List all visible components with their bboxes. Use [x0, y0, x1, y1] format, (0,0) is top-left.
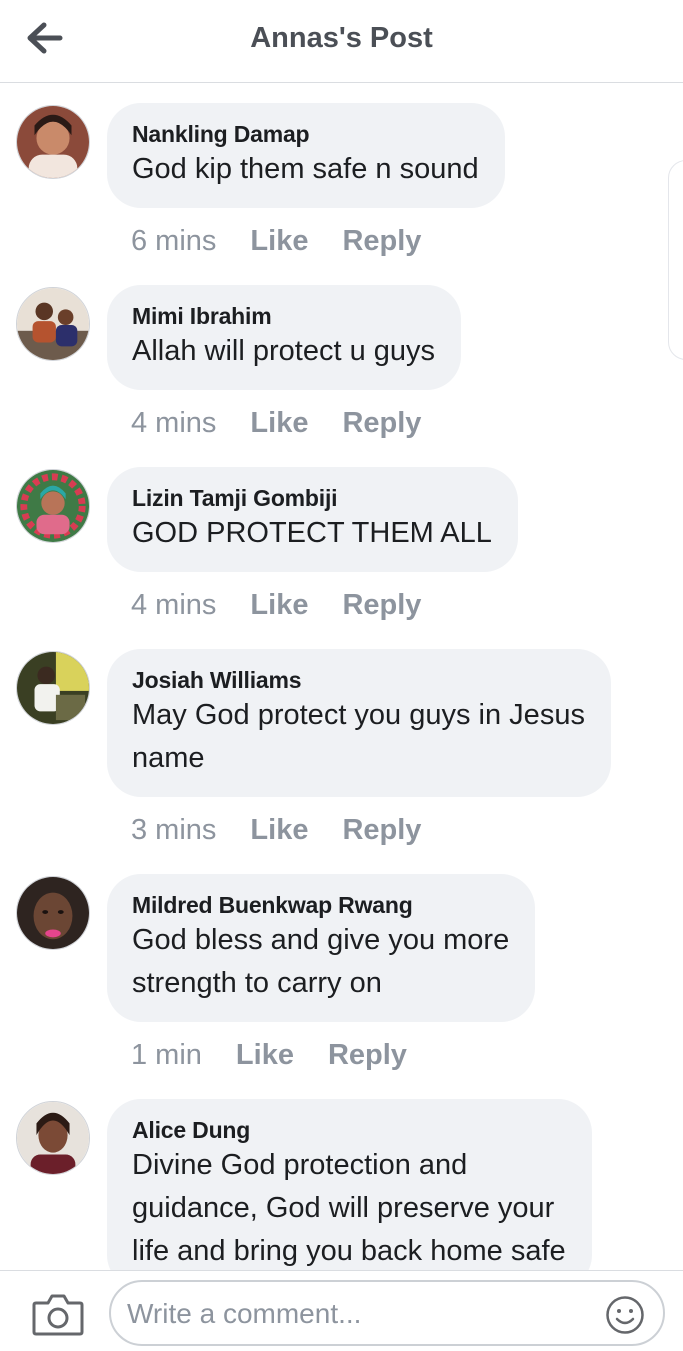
- comment-bubble[interactable]: Josiah Williams May God protect you guys…: [107, 649, 611, 797]
- avatar[interactable]: [16, 105, 90, 179]
- comment-text: guidance, God will preserve your: [132, 1192, 555, 1224]
- like-button[interactable]: Like: [250, 407, 308, 439]
- comment-text: God bless and give you more: [132, 924, 510, 956]
- comment-text: Allah will protect u guys: [132, 335, 436, 367]
- comment-text: name: [132, 742, 205, 774]
- avatar[interactable]: [16, 1101, 90, 1175]
- comment-actions: 3 mins Like Reply: [131, 814, 455, 847]
- comment-time: 4 mins: [131, 589, 217, 621]
- avatar[interactable]: [16, 651, 90, 725]
- comment-author[interactable]: Lizin Tamji Gombiji: [132, 484, 492, 512]
- avatar[interactable]: [16, 469, 90, 543]
- comment-input[interactable]: [125, 1292, 589, 1336]
- emoji-button[interactable]: [605, 1295, 645, 1335]
- like-button[interactable]: Like: [250, 225, 308, 257]
- comment-text: strength to carry on: [132, 967, 382, 999]
- comment-author[interactable]: Mildred Buenkwap Rwang: [132, 891, 509, 919]
- comment-input-container[interactable]: [109, 1280, 665, 1346]
- comment-actions: 1 min Like Reply: [131, 1039, 441, 1072]
- camera-button[interactable]: [31, 1291, 85, 1337]
- comment-text: May God protect you guys in Jesus: [132, 699, 585, 731]
- camera-icon: [32, 1294, 84, 1336]
- reply-button[interactable]: Reply: [342, 589, 421, 621]
- comments-feed[interactable]: Nankling Damap God kip them safe n sound…: [0, 84, 683, 1270]
- comment-text: life and bring you back home safe: [132, 1235, 566, 1267]
- comment-author[interactable]: Nankling Damap: [132, 120, 479, 148]
- like-button[interactable]: Like: [250, 814, 308, 846]
- header-bar: Annas's Post: [0, 0, 683, 83]
- reply-button[interactable]: Reply: [328, 1039, 407, 1071]
- comment-text: Divine God protection and: [132, 1149, 468, 1181]
- comment-composer: [0, 1270, 683, 1351]
- comment-bubble[interactable]: Mildred Buenkwap Rwang God bless and giv…: [107, 874, 536, 1022]
- reply-button[interactable]: Reply: [342, 225, 421, 257]
- comment-time: 3 mins: [131, 814, 217, 846]
- smiley-icon: [606, 1296, 644, 1334]
- comment-time: 1 min: [131, 1039, 202, 1071]
- avatar[interactable]: [16, 876, 90, 950]
- comment-actions: 4 mins Like Reply: [131, 589, 455, 622]
- comment-time: 4 mins: [131, 407, 217, 439]
- comment-actions: 4 mins Like Reply: [131, 407, 455, 440]
- comment-author[interactable]: Josiah Williams: [132, 666, 585, 694]
- reply-button[interactable]: Reply: [342, 407, 421, 439]
- comment-text: God kip them safe n sound: [132, 153, 479, 185]
- like-button[interactable]: Like: [250, 589, 308, 621]
- comment-actions: 6 mins Like Reply: [131, 225, 455, 258]
- like-button[interactable]: Like: [236, 1039, 294, 1071]
- comment-author[interactable]: Mimi Ibrahim: [132, 302, 435, 330]
- comment-bubble[interactable]: Lizin Tamji Gombiji GOD PROTECT THEM ALL: [107, 467, 518, 572]
- avatar[interactable]: [16, 287, 90, 361]
- page-title: Annas's Post: [250, 22, 433, 54]
- reply-button[interactable]: Reply: [342, 814, 421, 846]
- comment-text: GOD PROTECT THEM ALL: [132, 517, 492, 549]
- comment-author[interactable]: Alice Dung: [132, 1116, 566, 1144]
- comment-bubble[interactable]: Mimi Ibrahim Allah will protect u guys: [107, 285, 462, 390]
- comment-time: 6 mins: [131, 225, 217, 257]
- comment-bubble[interactable]: Nankling Damap God kip them safe n sound: [107, 103, 505, 208]
- comment-bubble[interactable]: Alice Dung Divine God protection and gui…: [107, 1099, 592, 1270]
